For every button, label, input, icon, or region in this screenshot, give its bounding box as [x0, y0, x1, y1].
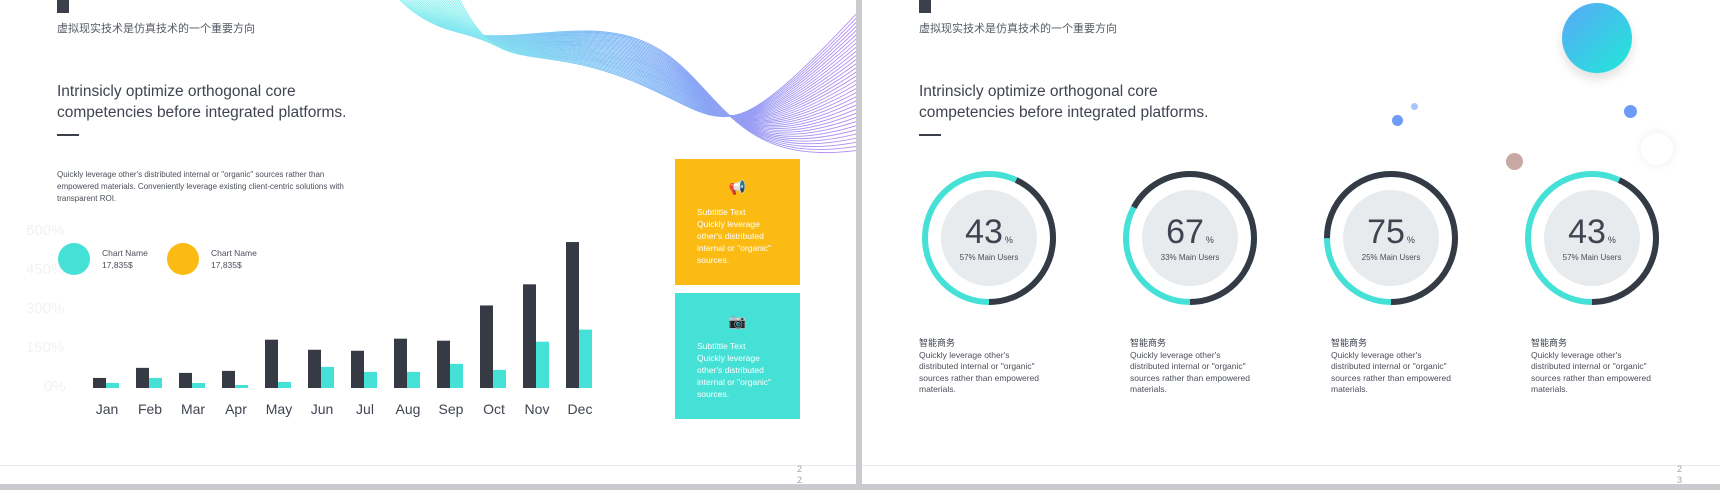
x-tick-label: May — [266, 401, 292, 417]
slide-right: 虚拟现实技术是仿真技术的一个重要方向 Intrinsicly optimize … — [862, 0, 1720, 484]
stat-text: Quickly leverage other's distributed int… — [1531, 349, 1652, 395]
decorative-circle-large — [1562, 3, 1632, 73]
bar-teal — [407, 371, 420, 388]
bar-teal — [493, 369, 506, 388]
stat-text: Quickly leverage other's distributed int… — [1331, 349, 1452, 395]
card-title: Subtittle Text — [697, 207, 746, 217]
bar-dark — [480, 305, 493, 388]
feature-card-teal: 📷 Subtittle Text Quickly leverage other'… — [675, 293, 800, 419]
bar-teal — [106, 382, 119, 388]
stat-block: 智能商务 Quickly leverage other's distribute… — [1130, 338, 1260, 396]
stat-title: 智能商务 — [1130, 338, 1167, 348]
page-number: 2 3 — [1676, 464, 1682, 484]
heading-line-1: Intrinsicly optimize orthogonal core — [919, 83, 1158, 100]
bar-dark — [179, 372, 192, 388]
gauge-label: 57% Main Users — [1562, 253, 1622, 262]
gauge-value: 75% — [1367, 213, 1415, 251]
stat-title: 智能商务 — [1331, 338, 1368, 348]
decorative-dot — [1411, 103, 1418, 110]
x-tick-label: Sep — [439, 401, 464, 417]
megaphone-icon: 📢 — [728, 179, 747, 195]
page-heading: Intrinsicly optimize orthogonal core com… — [919, 81, 1259, 123]
donut-gauge: 43% 57% Main Users — [1522, 168, 1662, 308]
gauge-value: 43% — [1568, 213, 1616, 251]
stat-block: 智能商务 Quickly leverage other's distribute… — [1531, 338, 1661, 396]
stat-text: Quickly leverage other's distributed int… — [919, 349, 1040, 395]
feature-card-yellow: 📢 Subtittle Text Quickly leverage other'… — [675, 159, 800, 285]
gauge-label: 57% Main Users — [959, 253, 1019, 262]
x-tick-label: Oct — [483, 401, 505, 417]
x-tick-label: Jan — [96, 401, 119, 417]
x-tick-label: Dec — [568, 401, 593, 417]
bar-teal — [278, 381, 291, 388]
decorative-dot — [1624, 105, 1637, 118]
x-tick-label: Aug — [396, 401, 421, 417]
bar-dark — [222, 370, 235, 388]
bar-dark — [136, 367, 149, 388]
heading-divider — [919, 134, 941, 136]
bar-teal — [536, 341, 549, 388]
card-text: Quickly leverage other's distributed int… — [697, 219, 772, 265]
bar-teal — [364, 371, 377, 388]
gauge-value: 43% — [965, 213, 1013, 251]
decorative-dot — [1641, 133, 1673, 165]
slide-left: 虚拟现实技术是仿真技术的一个重要方向 Intrinsicly optimize … — [0, 0, 856, 484]
decorative-dot — [1392, 115, 1403, 126]
x-tick-label: Jun — [311, 401, 334, 417]
bar-teal — [192, 382, 205, 388]
card-text: Quickly leverage other's distributed int… — [697, 353, 772, 399]
stat-block: 智能商务 Quickly leverage other's distribute… — [1331, 338, 1461, 396]
x-tick-label: Nov — [525, 401, 550, 417]
stat-block: 智能商务 Quickly leverage other's distribute… — [919, 338, 1049, 396]
gauge-value: 67% — [1166, 213, 1214, 251]
bar-dark — [566, 242, 579, 388]
bar-teal — [579, 329, 592, 388]
x-tick-label: Feb — [138, 401, 162, 417]
donut-gauge: 67% 33% Main Users — [1120, 168, 1260, 308]
card-title: Subtittle Text — [697, 341, 746, 351]
gauge-label: 25% Main Users — [1361, 253, 1421, 262]
bar-dark — [394, 338, 407, 388]
page-number: 2 2 — [796, 464, 802, 484]
bar-dark — [437, 340, 450, 388]
camera-icon: 📷 — [728, 313, 747, 329]
donut-gauge: 43% 57% Main Users — [919, 168, 1059, 308]
bar-teal — [149, 377, 162, 388]
decorative-dot — [1506, 153, 1523, 170]
bar-teal — [235, 384, 248, 388]
bar-dark — [93, 377, 106, 388]
stat-text: Quickly leverage other's distributed int… — [1130, 349, 1251, 395]
bar-teal — [321, 366, 334, 388]
x-tick-label: Apr — [225, 401, 247, 417]
title-accent-bar — [919, 0, 931, 13]
footer-divider — [862, 465, 1720, 466]
heading-line-2: competencies before integrated platforms… — [919, 104, 1209, 121]
page-subtitle: 虚拟现实技术是仿真技术的一个重要方向 — [919, 23, 1117, 35]
x-tick-label: Jul — [356, 401, 374, 417]
stat-title: 智能商务 — [1531, 338, 1568, 348]
stat-title: 智能商务 — [919, 338, 956, 348]
donut-gauge: 75% 25% Main Users — [1321, 168, 1461, 308]
bar-teal — [450, 363, 463, 388]
bar-dark — [523, 284, 536, 388]
bar-dark — [351, 350, 364, 388]
x-tick-label: Mar — [181, 401, 205, 417]
bar-dark — [308, 349, 321, 388]
gauge-label: 33% Main Users — [1160, 253, 1220, 262]
footer-divider — [0, 465, 856, 466]
bar-dark — [265, 339, 278, 388]
